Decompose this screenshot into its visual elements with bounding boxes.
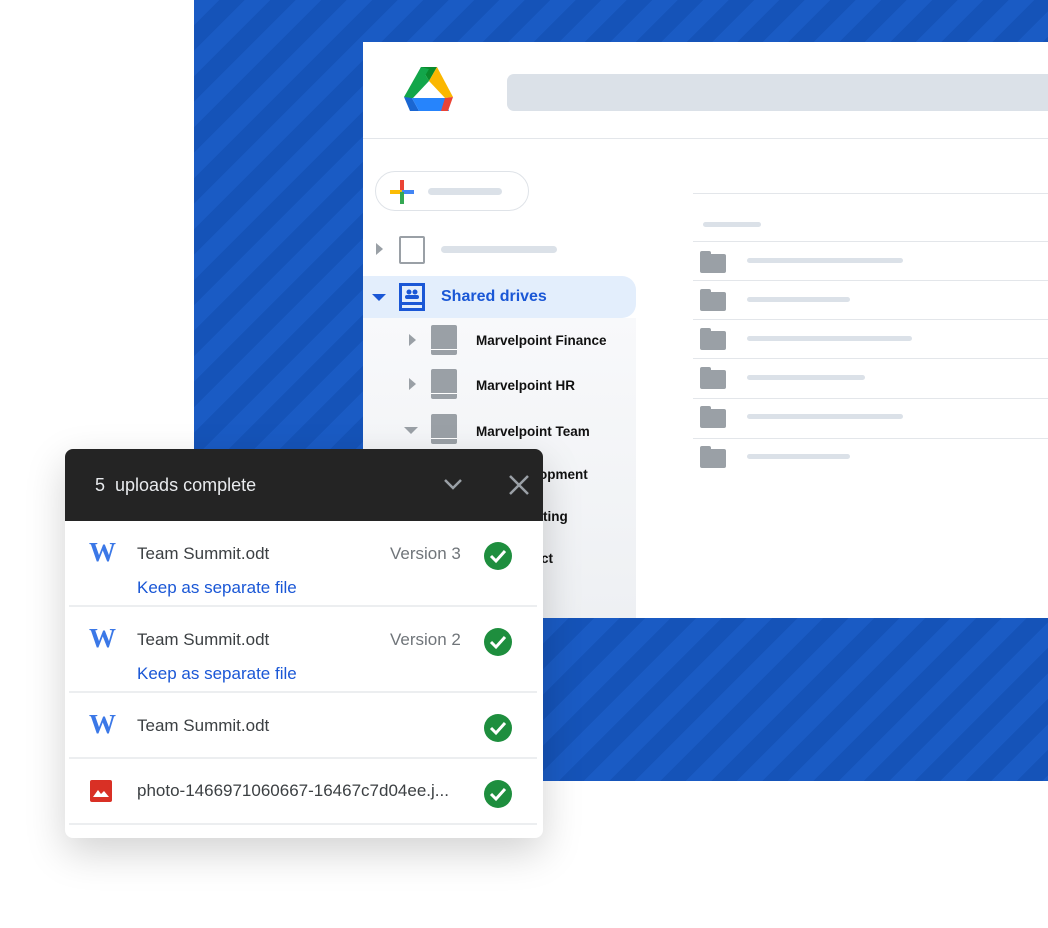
top-bar	[363, 42, 1048, 139]
document-icon: W	[89, 537, 116, 567]
shared-drives-icon	[399, 283, 425, 311]
folder-icon	[700, 367, 726, 389]
close-icon[interactable]	[508, 474, 530, 496]
divider	[693, 358, 1048, 359]
collapse-arrow-icon[interactable]	[404, 427, 418, 434]
keep-separate-link[interactable]: Keep as separate file	[137, 664, 297, 684]
divider	[693, 193, 1048, 194]
check-circle-icon	[484, 714, 512, 742]
check-circle-icon	[484, 542, 512, 570]
google-drive-logo-icon	[404, 67, 453, 111]
file-row-placeholder[interactable]	[747, 297, 850, 302]
folder-icon	[700, 328, 726, 350]
file-name: Team Summit.odt	[137, 630, 270, 649]
shared-drive-icon	[431, 325, 457, 355]
plus-icon	[390, 180, 414, 204]
document-icon: W	[89, 709, 116, 739]
upload-item: W Team Summit.odt Version 2 Keep as sepa…	[69, 607, 537, 693]
check-circle-icon	[484, 628, 512, 656]
sidebar-item-drive[interactable]: Marvelpoint Team	[363, 414, 636, 454]
drive-label: Marvelpoint HR	[476, 378, 576, 393]
folder-icon	[700, 289, 726, 311]
expand-arrow-icon[interactable]	[376, 243, 383, 255]
file-row-placeholder[interactable]	[747, 454, 850, 459]
divider	[693, 280, 1048, 281]
drive-label: Marvelpoint Team	[476, 424, 590, 439]
divider	[693, 319, 1048, 320]
list-header-placeholder	[703, 222, 761, 227]
file-name: photo-1466971060667-16467c7d04ee.j...	[137, 781, 449, 800]
expand-arrow-icon[interactable]	[409, 334, 416, 346]
shared-drive-icon	[431, 369, 457, 399]
folder-icon	[700, 251, 726, 273]
file-row-placeholder[interactable]	[747, 375, 865, 380]
upload-item: photo-1466971060667-16467c7d04ee.j...	[69, 759, 537, 825]
upload-item: W Team Summit.odt Version 3 Keep as sepa…	[69, 521, 537, 607]
chevron-down-icon[interactable]	[443, 477, 463, 491]
divider	[693, 241, 1048, 242]
file-row-placeholder[interactable]	[747, 258, 903, 263]
my-drive-label-placeholder[interactable]	[441, 246, 557, 253]
sidebar-item-drive[interactable]: Marvelpoint Finance	[363, 323, 636, 363]
folder-icon	[700, 406, 726, 428]
search-bar[interactable]	[507, 74, 1048, 111]
my-drive-icon	[399, 236, 425, 264]
document-icon: W	[89, 623, 116, 653]
file-row-placeholder[interactable]	[747, 414, 903, 419]
upload-progress-panel: 5 uploads complete W Team Summit.odt Ver…	[65, 449, 543, 838]
file-row-placeholder[interactable]	[747, 336, 912, 341]
expand-arrow-icon[interactable]	[409, 378, 416, 390]
divider	[693, 398, 1048, 399]
divider	[693, 438, 1048, 439]
upload-item: W Team Summit.odt	[69, 693, 537, 759]
new-button[interactable]	[375, 171, 529, 211]
check-circle-icon	[484, 780, 512, 808]
new-label-placeholder	[428, 188, 502, 195]
file-name: Team Summit.odt	[137, 544, 270, 563]
keep-separate-link[interactable]: Keep as separate file	[137, 578, 297, 598]
folder-icon	[700, 446, 726, 468]
panel-header: 5 uploads complete	[65, 449, 543, 521]
version-label: Version 3	[390, 544, 461, 563]
drive-label: Marvelpoint Finance	[476, 333, 607, 348]
panel-title: 5 uploads complete	[95, 475, 257, 495]
shared-drives-label: Shared drives	[441, 288, 547, 305]
collapse-arrow-icon[interactable]	[372, 294, 386, 301]
sidebar-item-drive[interactable]: Marvelpoint HR	[363, 369, 636, 409]
file-name: Team Summit.odt	[137, 716, 270, 735]
shared-drive-icon	[431, 414, 457, 444]
image-file-icon	[90, 780, 112, 802]
version-label: Version 2	[390, 630, 461, 649]
sidebar-item-shared-drives[interactable]: Shared drives	[363, 276, 636, 318]
